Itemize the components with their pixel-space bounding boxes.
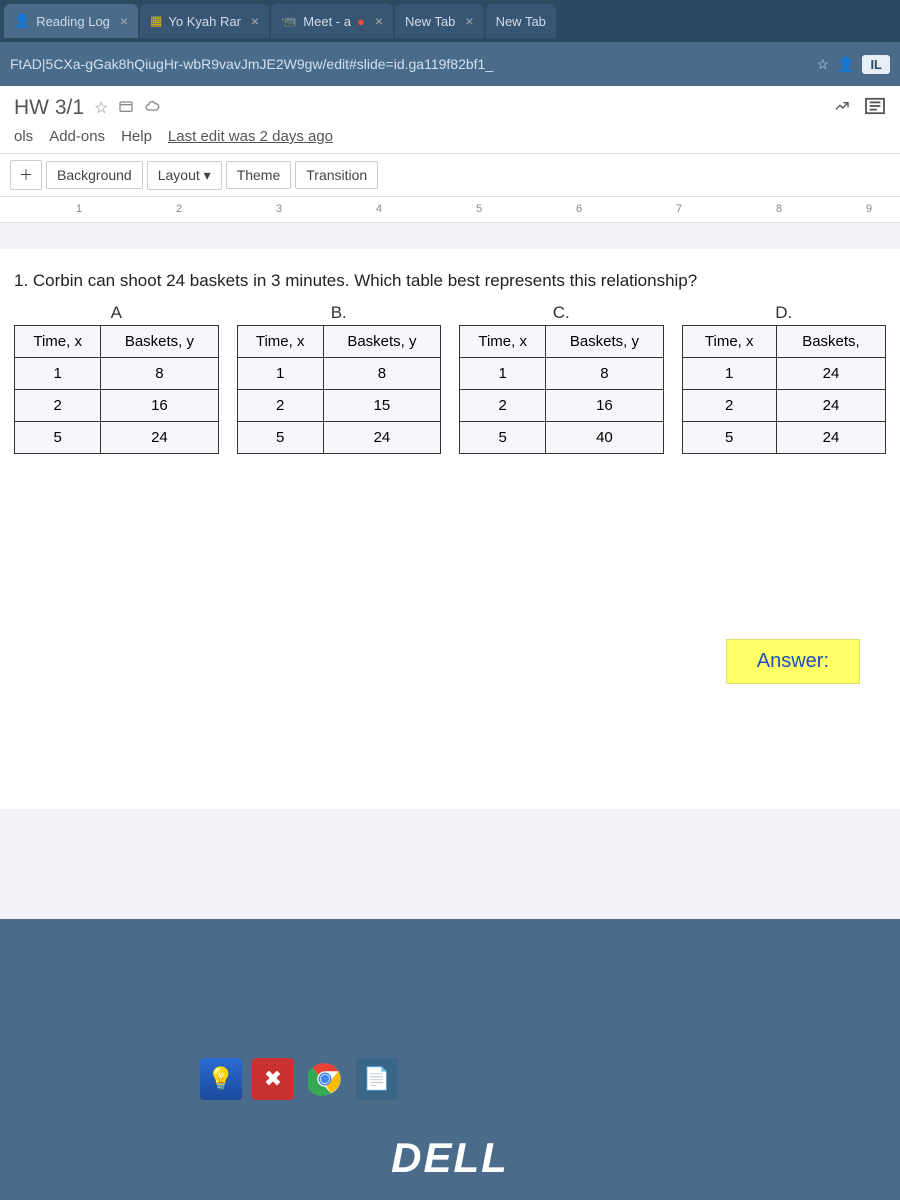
dell-logo: DELL <box>391 1134 509 1182</box>
presentation-icon[interactable] <box>864 97 886 120</box>
data-table: Time, xBaskets, y 18 216 540 <box>459 325 664 454</box>
page-content: HW 3/1 ☆ ols Add-ons Help Last edit was … <box>0 86 900 919</box>
cloud-icon[interactable] <box>144 98 160 119</box>
menu-bar: ols Add-ons Help Last edit was 2 days ag… <box>0 124 900 153</box>
table-label: A <box>14 303 219 323</box>
tab-label: New Tab <box>496 14 546 29</box>
address-bar: FtAD|5CXa-gGak8hQiugHr-wbR9vavJmJE2W9gw/… <box>0 42 900 86</box>
menu-item[interactable]: Add-ons <box>49 128 105 145</box>
table-label: B. <box>237 303 442 323</box>
table-row: 18 <box>15 358 219 390</box>
slide[interactable]: 1. Corbin can shoot 24 baskets in 3 minu… <box>0 249 900 809</box>
close-icon[interactable]: × <box>251 13 259 29</box>
table-row: 524 <box>15 422 219 454</box>
extension-icon[interactable]: 👤 <box>837 56 854 73</box>
tab-label: New Tab <box>405 14 455 29</box>
new-slide-button[interactable]: ＋ <box>10 160 42 190</box>
ruler-mark: 4 <box>376 203 382 215</box>
transition-button[interactable]: Transition <box>295 161 378 189</box>
ruler-mark: 1 <box>76 203 82 215</box>
ruler: 1 2 3 4 5 6 7 8 9 <box>0 197 900 223</box>
browser-tab[interactable]: 📹 Meet - a ● × <box>271 4 393 38</box>
table-row: 18 <box>460 358 664 390</box>
tables-row: A Time, xBaskets, y 18 216 524 B. Time, … <box>14 303 886 454</box>
record-dot-icon: ● <box>357 14 365 29</box>
table-option-a: A Time, xBaskets, y 18 216 524 <box>14 303 219 454</box>
table-row: 18 <box>237 358 441 390</box>
answer-box[interactable]: Answer: <box>726 639 860 684</box>
slides-icon: ▦ <box>150 13 162 29</box>
ruler-mark: 6 <box>576 203 582 215</box>
doc-title-bar: HW 3/1 ☆ <box>0 86 900 124</box>
slide-area: 1. Corbin can shoot 24 baskets in 3 minu… <box>0 223 900 919</box>
question-text: 1. Corbin can shoot 24 baskets in 3 minu… <box>14 271 886 291</box>
table-row: 540 <box>460 422 664 454</box>
layout-button[interactable]: Layout ▾ <box>147 161 222 190</box>
close-icon[interactable]: × <box>375 13 383 29</box>
browser-tab[interactable]: New Tab <box>486 4 556 38</box>
table-row: 216 <box>15 390 219 422</box>
chrome-icon[interactable] <box>304 1058 346 1100</box>
last-edit-link[interactable]: Last edit was 2 days ago <box>168 128 333 145</box>
browser-tab[interactable]: New Tab × <box>395 4 484 38</box>
star-icon[interactable]: ☆ <box>816 56 829 73</box>
url-text[interactable]: FtAD|5CXa-gGak8hQiugHr-wbR9vavJmJE2W9gw/… <box>10 56 808 72</box>
ruler-mark: 2 <box>176 203 182 215</box>
table-row: 216 <box>460 390 664 422</box>
tab-label: Meet - a <box>303 14 351 29</box>
person-icon: 👤 <box>14 13 30 29</box>
ruler-mark: 5 <box>476 203 482 215</box>
meet-icon: 📹 <box>281 13 297 29</box>
menu-item[interactable]: ols <box>14 128 33 145</box>
data-table: Time, xBaskets, y 18 215 524 <box>237 325 442 454</box>
table-label: C. <box>459 303 664 323</box>
table-row: 524 <box>237 422 441 454</box>
ruler-mark: 8 <box>776 203 782 215</box>
toolbar: ＋ Background Layout ▾ Theme Transition <box>0 153 900 197</box>
browser-tab-strip: 👤 Reading Log × ▦ Yo Kyah Rar × 📹 Meet -… <box>0 0 900 42</box>
table-row: 215 <box>237 390 441 422</box>
table-option-b: B. Time, xBaskets, y 18 215 524 <box>237 303 442 454</box>
table-row: 224 <box>682 390 886 422</box>
extension-badge[interactable]: IL <box>862 55 890 74</box>
background-button[interactable]: Background <box>46 161 143 189</box>
files-icon[interactable]: 📄 <box>356 1058 398 1100</box>
data-table: Time, xBaskets, 124 224 524 <box>682 325 887 454</box>
tab-label: Yo Kyah Rar <box>168 14 241 29</box>
browser-tab[interactable]: 👤 Reading Log × <box>4 4 138 38</box>
table-row: 124 <box>682 358 886 390</box>
doc-title[interactable]: HW 3/1 <box>14 96 84 120</box>
ruler-mark: 9 <box>866 203 872 215</box>
close-icon[interactable]: × <box>465 13 473 29</box>
tab-label: Reading Log <box>36 14 110 29</box>
ruler-mark: 3 <box>276 203 282 215</box>
browser-tab[interactable]: ▦ Yo Kyah Rar × <box>140 4 269 38</box>
taskbar: 💡 ✖ 📄 <box>200 1058 398 1100</box>
trending-icon[interactable] <box>834 98 850 119</box>
table-option-c: C. Time, xBaskets, y 18 216 540 <box>459 303 664 454</box>
close-icon[interactable]: × <box>120 13 128 29</box>
tips-icon[interactable]: 💡 <box>200 1058 242 1100</box>
table-label: D. <box>682 303 887 323</box>
chevron-down-icon: ▾ <box>204 167 211 183</box>
table-row: 524 <box>682 422 886 454</box>
data-table: Time, xBaskets, y 18 216 524 <box>14 325 219 454</box>
ruler-mark: 7 <box>676 203 682 215</box>
theme-button[interactable]: Theme <box>226 161 292 189</box>
app-icon[interactable]: ✖ <box>252 1058 294 1100</box>
table-option-d: D. Time, xBaskets, 124 224 524 <box>682 303 887 454</box>
star-icon[interactable]: ☆ <box>94 98 108 119</box>
move-icon[interactable] <box>118 98 134 119</box>
menu-item[interactable]: Help <box>121 128 152 145</box>
